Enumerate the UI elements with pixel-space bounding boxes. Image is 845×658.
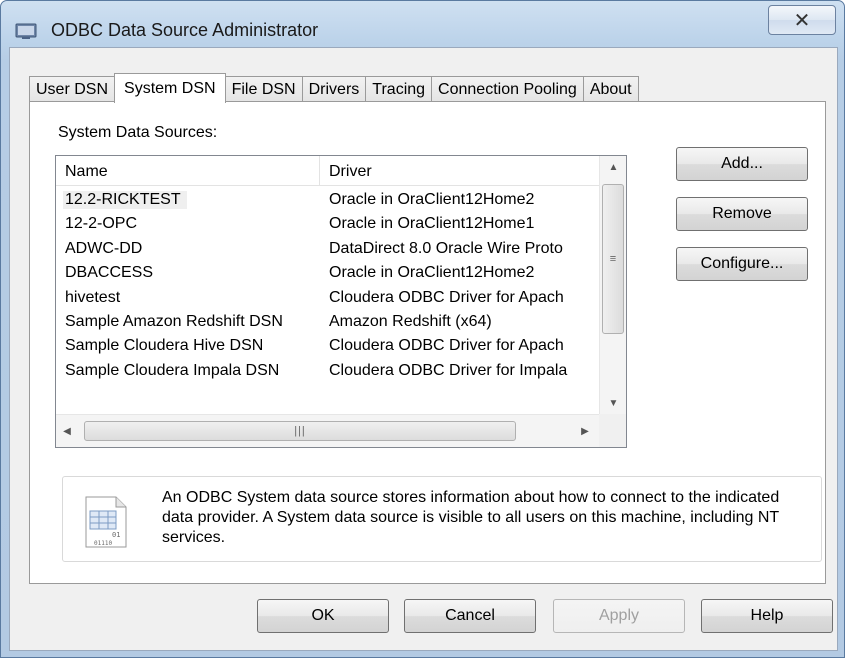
dsn-driver: Cloudera ODBC Driver for Apach: [329, 337, 564, 355]
dsn-name: Sample Cloudera Impala DSN: [65, 361, 280, 379]
tab-connection-pooling[interactable]: Connection Pooling: [431, 76, 584, 102]
help-button[interactable]: Help: [701, 599, 833, 633]
dsn-driver: Oracle in OraClient12Home2: [329, 191, 535, 208]
list-item[interactable]: ADWC-DD DataDirect 8.0 Oracle Wire Proto: [56, 237, 599, 261]
cancel-button[interactable]: Cancel: [404, 599, 536, 633]
scroll-left-arrow-icon[interactable]: ◀: [56, 415, 78, 447]
dsn-driver: Oracle in OraClient12Home2: [329, 264, 535, 282]
dsn-name: DBACCESS: [65, 264, 154, 282]
remove-button[interactable]: Remove: [676, 197, 808, 231]
dsn-name: 12.2-RICKTEST: [63, 191, 187, 209]
list-rows: 12.2-RICKTEST Oracle in OraClient12Home2…: [56, 188, 599, 383]
data-sources-list[interactable]: Name Driver 12.2-RICKTEST Oracle in OraC…: [55, 155, 627, 448]
list-item[interactable]: hivetest Cloudera ODBC Driver for Apach: [56, 286, 599, 310]
data-source-info-icon: 01 01110: [85, 496, 127, 548]
info-box: 01 01110 An ODBC System data source stor…: [62, 476, 822, 562]
scrollbar-corner: [599, 414, 626, 447]
dsn-name: ADWC-DD: [65, 239, 143, 257]
list-item[interactable]: 12.2-RICKTEST Oracle in OraClient12Home2: [56, 188, 599, 212]
close-icon: ✕: [793, 9, 811, 32]
add-button[interactable]: Add...: [676, 147, 808, 181]
dsn-driver: Cloudera ODBC Driver for Impala: [329, 361, 568, 379]
title-bar[interactable]: ODBC Data Source Administrator ✕: [1, 1, 844, 47]
dsn-driver: Oracle in OraClient12Home1: [329, 215, 535, 233]
system-data-sources-label: System Data Sources:: [58, 124, 218, 141]
dsn-driver: DataDirect 8.0 Oracle Wire Proto: [329, 239, 563, 257]
tab-file-dsn[interactable]: File DSN: [224, 76, 303, 102]
dsn-name: 12-2-OPC: [65, 215, 138, 233]
close-button[interactable]: ✕: [768, 5, 836, 35]
dsn-driver: Cloudera ODBC Driver for Apach: [329, 288, 564, 306]
dialog-client-area: User DSN System DSN File DSN Drivers Tra…: [9, 47, 838, 651]
scroll-right-arrow-icon[interactable]: ▶: [574, 415, 596, 447]
tab-tracing[interactable]: Tracing: [365, 76, 433, 102]
horizontal-scroll-thumb[interactable]: |||: [84, 421, 516, 441]
column-header-name[interactable]: Name: [56, 156, 320, 186]
tab-system-dsn[interactable]: System DSN: [114, 73, 226, 103]
list-item[interactable]: 12-2-OPC Oracle in OraClient12Home1: [56, 212, 599, 236]
vertical-scrollbar[interactable]: ▲ ≡ ▼: [599, 156, 626, 414]
dsn-name: hivetest: [65, 288, 121, 306]
svg-text:01110: 01110: [94, 540, 112, 547]
system-dsn-panel: System Data Sources: Name Driver 12.2-RI…: [29, 101, 826, 584]
dsn-name: Sample Amazon Redshift DSN: [65, 312, 283, 330]
list-item[interactable]: Sample Cloudera Hive DSN Cloudera ODBC D…: [56, 334, 599, 358]
list-item[interactable]: DBACCESS Oracle in OraClient12Home2: [56, 261, 599, 285]
tab-about[interactable]: About: [582, 76, 639, 102]
tab-user-dsn[interactable]: User DSN: [29, 76, 116, 102]
list-header: Name Driver: [56, 156, 599, 186]
configure-button[interactable]: Configure...: [676, 247, 808, 281]
horizontal-scrollbar[interactable]: ◀ ||| ▶: [56, 414, 599, 447]
odbc-app-icon: [15, 23, 37, 39]
apply-button[interactable]: Apply: [553, 599, 685, 633]
dsn-name: Sample Cloudera Hive DSN: [65, 337, 264, 355]
window-title: ODBC Data Source Administrator: [51, 20, 319, 40]
tab-drivers[interactable]: Drivers: [301, 76, 367, 102]
dsn-driver: Amazon Redshift (x64): [329, 312, 492, 330]
info-description: An ODBC System data source stores inform…: [162, 489, 780, 546]
tab-strip: User DSN System DSN File DSN Drivers Tra…: [29, 73, 639, 103]
ok-button[interactable]: OK: [257, 599, 389, 633]
svg-text:01: 01: [112, 531, 120, 539]
odbc-window: ODBC Data Source Administrator ✕ User DS…: [0, 0, 845, 658]
list-item[interactable]: Sample Amazon Redshift DSN Amazon Redshi…: [56, 310, 599, 334]
scroll-down-arrow-icon[interactable]: ▼: [600, 392, 626, 414]
column-header-driver[interactable]: Driver: [320, 156, 599, 186]
scroll-up-arrow-icon[interactable]: ▲: [600, 156, 626, 178]
list-item[interactable]: Sample Cloudera Impala DSN Cloudera ODBC…: [56, 359, 599, 383]
vertical-scroll-thumb[interactable]: ≡: [602, 184, 624, 334]
